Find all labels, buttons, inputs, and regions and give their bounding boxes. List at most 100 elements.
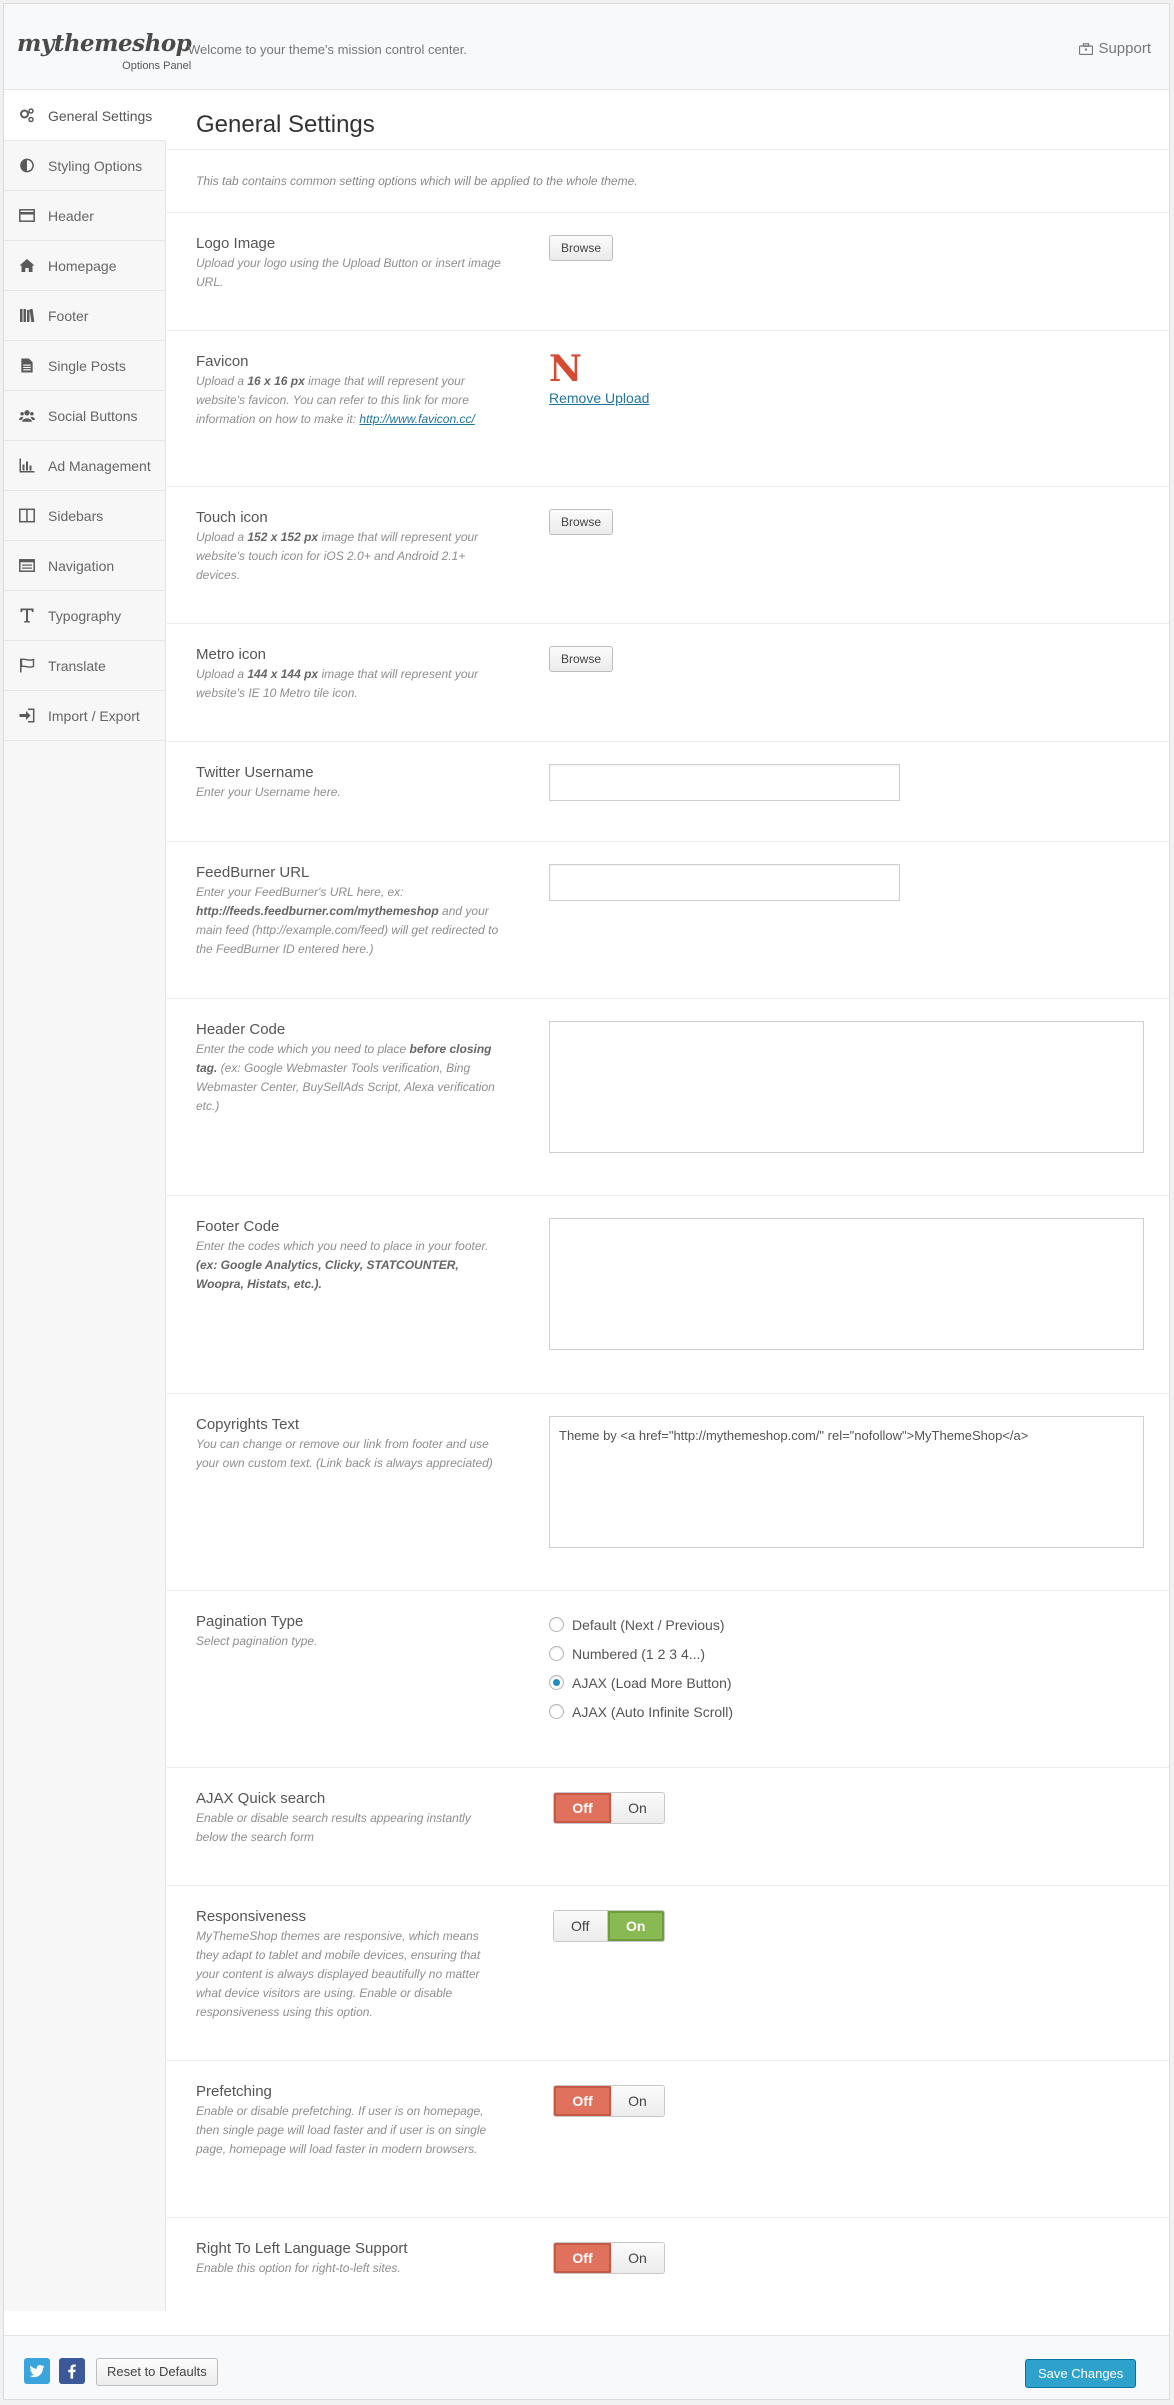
responsiveness-setting: Responsiveness MyThemeShop themes are re… — [167, 1886, 1169, 2061]
toggle-on-button[interactable]: On — [611, 1793, 664, 1823]
desc-bold: 16 x 16 px — [247, 374, 305, 388]
sidebar-item-label: Styling Options — [48, 157, 143, 174]
sidebar-item-label: Homepage — [48, 257, 117, 274]
sidebar-item-homepage[interactable]: Homepage — [4, 241, 165, 291]
flag-icon — [18, 658, 36, 674]
prefetching-toggle[interactable]: Off On — [553, 2085, 665, 2117]
desc-bold: (ex: Google Analytics, Clicky, STATCOUNT… — [196, 1258, 459, 1291]
reset-to-defaults-button[interactable]: Reset to Defaults — [96, 2358, 218, 2386]
radio-button[interactable] — [549, 1617, 564, 1632]
setting-title: Footer Code — [196, 1218, 280, 1235]
setting-description: Enter the code which you need to place b… — [196, 1040, 501, 1116]
copyrights-textarea[interactable]: Theme by <a href="http://mythemeshop.com… — [549, 1416, 1144, 1548]
toggle-off-button[interactable]: Off — [554, 1911, 608, 1941]
feedburner-url-input[interactable] — [549, 864, 900, 901]
responsiveness-toggle[interactable]: Off On — [553, 1910, 665, 1942]
favicon-preview-image: N — [549, 351, 582, 387]
favicon-setting: Favicon Upload a 16 x 16 px image that w… — [167, 331, 1169, 487]
sidebar-item-import-export[interactable]: Import / Export — [4, 691, 165, 741]
setting-description: Enable or disable search results appeari… — [196, 1811, 471, 1844]
pagination-option-numbered[interactable]: Numbered (1 2 3 4...) — [549, 1639, 733, 1668]
remove-upload-link[interactable]: Remove Upload — [549, 390, 649, 406]
logo-browse-button[interactable]: Browse — [549, 235, 614, 261]
setting-description: Enter the codes which you need to place … — [196, 1237, 501, 1294]
touch-icon-setting: Touch icon Upload a 152 x 152 px image t… — [167, 487, 1169, 624]
setting-description: Select pagination type. — [196, 1634, 318, 1648]
sidebar: General Settings Styling Options Header … — [4, 91, 166, 2311]
sidebar-item-styling-options[interactable]: Styling Options — [4, 141, 165, 191]
sidebar-item-ad-management[interactable]: Ad Management — [4, 441, 165, 491]
logo-image-setting: Logo Image Upload your logo using the Up… — [167, 213, 1169, 331]
support-label: Support — [1098, 40, 1151, 57]
setting-title: Metro icon — [196, 646, 267, 663]
books-icon — [18, 308, 36, 324]
desc-text: Upload a — [196, 374, 248, 388]
sidebar-item-social-buttons[interactable]: Social Buttons — [4, 391, 165, 441]
rtl-support-setting: Right To Left Language Support Enable th… — [167, 2218, 1169, 2331]
document-icon — [18, 358, 36, 374]
support-link[interactable]: Support — [1079, 40, 1151, 57]
radio-label: Numbered (1 2 3 4...) — [572, 1645, 706, 1662]
sidebar-item-label: General Settings — [48, 107, 153, 124]
metro-browse-button[interactable]: Browse — [549, 646, 614, 672]
pagination-radio-group: Default (Next / Previous) Numbered (1 2 … — [549, 1610, 733, 1726]
welcome-text: Welcome to your theme's mission control … — [188, 42, 467, 57]
toggle-off-button[interactable]: Off — [554, 2086, 611, 2116]
bar-chart-icon — [18, 458, 36, 474]
setting-title: Right To Left Language Support — [196, 2240, 408, 2257]
sidebar-item-sidebars[interactable]: Sidebars — [4, 491, 165, 541]
save-changes-button[interactable]: Save Changes — [1025, 2359, 1137, 2388]
setting-description: Enter your FeedBurner's URL here, ex: ht… — [196, 883, 501, 959]
sidebar-item-header[interactable]: Header — [4, 191, 165, 241]
pagination-type-setting: Pagination Type Select pagination type. … — [167, 1591, 1169, 1768]
prefetching-setting: Prefetching Enable or disable prefetchin… — [167, 2061, 1169, 2218]
intro-text: This tab contains common setting options… — [167, 150, 1169, 213]
setting-description: You can change or remove our link from f… — [196, 1437, 493, 1470]
setting-title: AJAX Quick search — [196, 1790, 326, 1807]
briefcase-icon — [1079, 42, 1094, 55]
twitter-username-input[interactable] — [549, 764, 900, 801]
twitter-username-setting: Twitter Username Enter your Username her… — [167, 742, 1169, 842]
sidebar-item-general-settings[interactable]: General Settings — [4, 91, 166, 141]
toggle-on-button[interactable]: On — [611, 2086, 664, 2116]
radio-label: AJAX (Load More Button) — [572, 1674, 732, 1691]
favicon-cc-link[interactable]: http://www.favicon.cc/ — [359, 412, 474, 426]
columns-icon — [18, 508, 36, 524]
sidebar-item-navigation[interactable]: Navigation — [4, 541, 165, 591]
page-title: General Settings — [167, 91, 1169, 150]
sidebar-item-label: Single Posts — [48, 357, 126, 374]
desc-text: Enter the codes which you need to place … — [196, 1239, 489, 1253]
ajax-search-toggle[interactable]: Off On — [553, 1792, 665, 1824]
header-code-setting: Header Code Enter the code which you nee… — [167, 999, 1169, 1196]
logo: mythemeshop Options Panel — [17, 30, 192, 72]
toggle-on-button[interactable]: On — [611, 2243, 664, 2273]
radio-button-checked[interactable] — [549, 1675, 564, 1690]
sidebar-item-single-posts[interactable]: Single Posts — [4, 341, 165, 391]
toggle-on-button[interactable]: On — [607, 1911, 664, 1941]
sidebar-item-typography[interactable]: Typography — [4, 591, 165, 641]
facebook-icon[interactable] — [59, 2358, 85, 2384]
pagination-option-default[interactable]: Default (Next / Previous) — [549, 1610, 733, 1639]
contrast-icon — [18, 158, 36, 174]
radio-button[interactable] — [549, 1704, 564, 1719]
copyrights-text-setting: Copyrights Text You can change or remove… — [167, 1394, 1169, 1591]
header-code-textarea[interactable] — [549, 1021, 1144, 1153]
pagination-option-ajax-load-more[interactable]: AJAX (Load More Button) — [549, 1668, 733, 1697]
rtl-toggle[interactable]: Off On — [553, 2242, 665, 2274]
toggle-off-button[interactable]: Off — [554, 2243, 611, 2273]
pagination-option-ajax-infinite[interactable]: AJAX (Auto Infinite Scroll) — [549, 1697, 733, 1726]
sidebar-item-footer[interactable]: Footer — [4, 291, 165, 341]
radio-button[interactable] — [549, 1646, 564, 1661]
setting-description: Enable this option for right-to-left sit… — [196, 2261, 401, 2275]
setting-description: Enable or disable prefetching. If user i… — [196, 2104, 487, 2156]
twitter-icon[interactable] — [24, 2358, 50, 2384]
setting-description: Upload a 16 x 16 px image that will repr… — [196, 372, 501, 429]
setting-description: Upload your logo using the Upload Button… — [196, 256, 501, 289]
footer-code-textarea[interactable] — [549, 1218, 1144, 1350]
toggle-off-button[interactable]: Off — [554, 1793, 611, 1823]
list-icon — [18, 558, 36, 574]
home-icon — [18, 258, 36, 274]
radio-label: AJAX (Auto Infinite Scroll) — [572, 1703, 734, 1720]
sidebar-item-translate[interactable]: Translate — [4, 641, 165, 691]
touch-browse-button[interactable]: Browse — [549, 509, 614, 535]
